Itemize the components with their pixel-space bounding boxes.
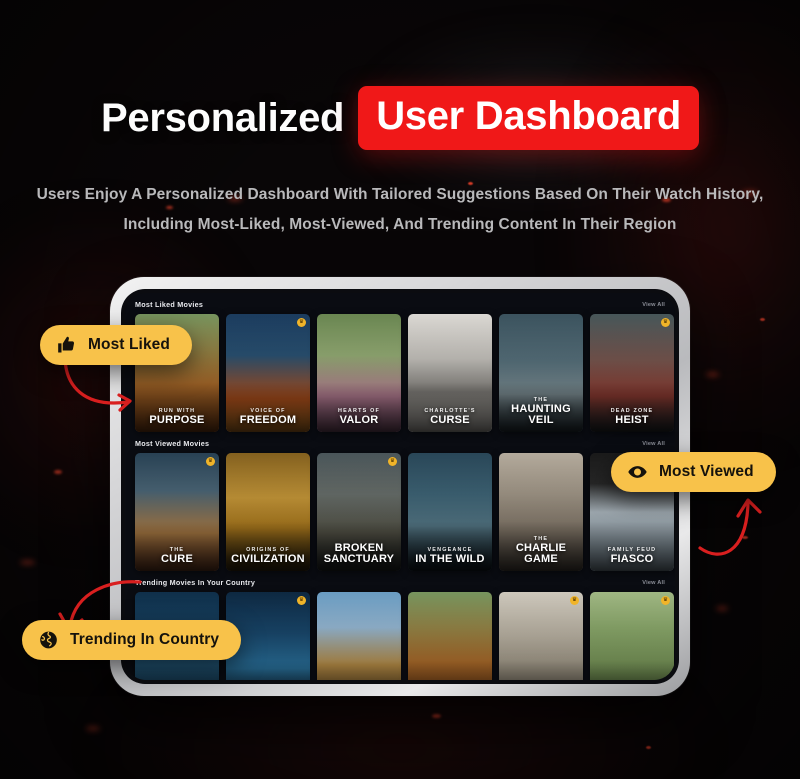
movie-title: FAMILY FEUD FIASCO: [590, 548, 674, 565]
movie-card[interactable]: ORIGINS OF CIVILIZATION: [226, 453, 310, 571]
movie-card[interactable]: SECRETS OFZAMBEZIA: [317, 592, 401, 680]
poster-gradient-overlay: [408, 592, 492, 680]
movie-title-line-small: CHARLOTTE'S: [424, 408, 476, 415]
movie-title-line-large: BROKEN SANCTUARY: [323, 541, 395, 565]
movie-card[interactable]: MISTAKENFOR LOVE♛: [590, 592, 674, 680]
movie-card[interactable]: VENGEANCE IN THE WILD: [408, 453, 492, 571]
dashboard-row: Most Viewed Movies View All THE CURE ♛ ORIGIN…: [125, 432, 675, 571]
pointer-arrow-most-viewed: [698, 498, 762, 556]
premium-crown-icon: ♛: [570, 596, 579, 605]
movie-title: THE CHARLIE GAME: [499, 537, 583, 565]
view-all-link[interactable]: View All: [642, 302, 665, 308]
callout-badge-most-liked[interactable]: Most Liked: [40, 325, 192, 365]
row-header: Most Liked Movies View All: [135, 300, 675, 309]
page-title: Personalized User Dashboard: [0, 86, 800, 150]
premium-crown-icon: ♛: [297, 596, 306, 605]
page-subtitle: Users Enjoy A Personalized Dashboard Wit…: [36, 186, 764, 234]
movie-title: THE HAUNTING VEIL: [499, 398, 583, 426]
movie-title-line-large: FIASCO: [610, 552, 654, 565]
movie-title-line-large: CHARLIE GAME: [515, 541, 567, 565]
movie-title-line-small: DEAD ZONE: [610, 408, 654, 415]
premium-crown-icon: ♛: [661, 318, 670, 327]
movie-title: DEAD ZONE HEIST: [590, 409, 674, 426]
movie-card[interactable]: THE HAUNTING VEIL: [499, 314, 583, 432]
dashboard-row: Most Liked Movies View All RUN WITH PURPOSE…: [125, 293, 675, 432]
movie-title-line-large: CURE: [161, 552, 193, 565]
poster-gradient-overlay: [317, 592, 401, 680]
poster-gradient-overlay: [590, 592, 674, 680]
premium-crown-icon: ♛: [388, 457, 397, 466]
movie-card[interactable]: DEAD ZONE HEIST ♛: [590, 314, 674, 432]
movie-card-list: THE CURE ♛ ORIGINS OF CIVILIZATION BROKEN SAN…: [135, 453, 675, 571]
movie-title: ORIGINS OF CIVILIZATION: [226, 548, 310, 565]
eye-icon: [627, 462, 648, 482]
movie-title: VOICE OF FREEDOM: [226, 409, 310, 426]
row-header: Trending Movies In Your Country View All: [135, 578, 675, 587]
movie-title-line-small: VENGEANCE: [427, 547, 473, 554]
row-title: Most Viewed Movies: [135, 439, 210, 448]
movie-title-line-large: HEIST: [615, 413, 649, 426]
callout-badge-label: Most Liked: [88, 336, 170, 353]
row-title: Trending Movies In Your Country: [135, 578, 256, 587]
movie-title: CHARLOTTE'S CURSE: [408, 409, 492, 426]
movie-title-line-small: ORIGINS OF: [246, 547, 290, 554]
movie-title: VENGEANCE IN THE WILD: [408, 548, 492, 565]
poster-gradient-overlay: [499, 592, 583, 680]
movie-title-line-small: THE: [533, 397, 549, 404]
movie-title-line-small: RUN WITH: [158, 408, 196, 415]
movie-title-line-small: VOICE OF: [250, 408, 286, 415]
movie-title-line-large: IN THE WILD: [415, 552, 485, 565]
callout-badge-most-viewed[interactable]: Most Viewed: [611, 452, 776, 492]
movie-card[interactable]: HEARTS OF VALOR: [317, 314, 401, 432]
movie-card[interactable]: CHARLOTTE'S CURSE: [408, 314, 492, 432]
page-title-highlight: User Dashboard: [358, 86, 699, 150]
view-all-link[interactable]: View All: [642, 580, 665, 586]
movie-title: HEARTS OF VALOR: [317, 409, 401, 426]
movie-title-line-large: CURSE: [430, 413, 470, 426]
premium-crown-icon: ♛: [661, 596, 670, 605]
movie-title-line-large: FREEDOM: [239, 413, 297, 426]
movie-title-line-small: HEARTS OF: [338, 408, 380, 415]
callout-badge-label: Trending In Country: [70, 631, 220, 648]
movie-card[interactable]: LOST INEPHESUS♛: [499, 592, 583, 680]
movie-title-line-large: VALOR: [339, 413, 379, 426]
movie-title-line-large: HAUNTING VEIL: [511, 402, 571, 426]
movie-title-line-small: THE: [533, 536, 549, 543]
view-all-link[interactable]: View All: [642, 441, 665, 447]
row-title: Most Liked Movies: [135, 300, 204, 309]
movie-title: BROKEN SANCTUARY: [317, 541, 401, 565]
movie-title-line-small: FAMILY FEUD: [607, 547, 657, 554]
movie-title: THE CURE: [135, 548, 219, 565]
page-header: Personalized User Dashboard Users Enjoy …: [0, 86, 800, 240]
callout-badge-trending[interactable]: Trending In Country: [22, 620, 242, 660]
movie-card[interactable]: VOICE OF FREEDOM ♛: [226, 314, 310, 432]
movie-card[interactable]: THE CHARLIE GAME: [499, 453, 583, 571]
row-header: Most Viewed Movies View All: [135, 439, 675, 448]
movie-card[interactable]: THE CURE ♛: [135, 453, 219, 571]
movie-card[interactable]: RUN WITHPURPOSE: [408, 592, 492, 680]
globe-icon: [38, 630, 59, 650]
movie-title-line-large: PURPOSE: [149, 413, 205, 426]
movie-card-list: RUN WITH PURPOSE VOICE OF FREEDOM ♛ HEARTS OF…: [135, 314, 675, 432]
movie-title-line-small: THE: [169, 547, 185, 554]
page-title-plain: Personalized: [101, 95, 345, 140]
thumbs-up-icon: [56, 335, 77, 355]
movie-title-line-large: CIVILIZATION: [231, 552, 305, 565]
movie-card[interactable]: BROKEN SANCTUARY ♛: [317, 453, 401, 571]
premium-crown-icon: ♛: [206, 457, 215, 466]
callout-badge-label: Most Viewed: [659, 463, 754, 480]
premium-crown-icon: ♛: [297, 318, 306, 327]
